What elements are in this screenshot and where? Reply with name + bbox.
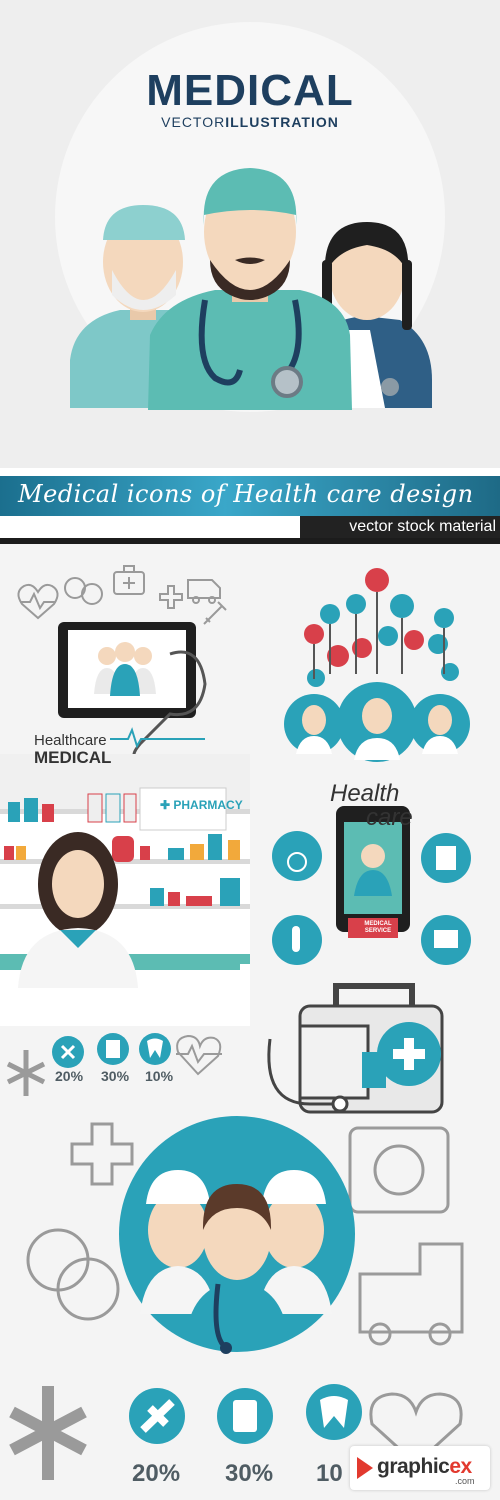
cross-outline-icon	[70, 1122, 134, 1186]
collage-illustrations	[0, 565, 471, 1480]
pharmacy-sign-text: PHARMACY	[173, 798, 243, 812]
syringe-icon	[203, 601, 227, 625]
medical-team-circle-scene	[26, 1116, 464, 1354]
watermark-tld: .com	[455, 1476, 475, 1486]
small-icons-row	[6, 1033, 222, 1096]
big-stat-2: 30%	[225, 1460, 274, 1487]
pharmacy-cross-icon: ✚	[160, 798, 174, 812]
cross-icon	[159, 585, 183, 609]
star-of-life-outline-icon	[6, 1050, 46, 1096]
ambulance-outline-icon	[358, 1242, 464, 1334]
watermark-brand-ex: ex	[449, 1455, 472, 1478]
health-network-tree	[284, 568, 470, 762]
banner-subtitle: vector stock material	[349, 518, 496, 535]
star-of-life-large-outline-icon	[9, 1386, 87, 1480]
banner-title: Medical icons of Health care design	[18, 480, 474, 508]
health-care-title-line2: care	[366, 804, 413, 831]
watermark-brand-main: graphic	[377, 1455, 450, 1478]
pharmacy-scene	[0, 754, 250, 1026]
first-aid-briefcase-icon	[434, 930, 458, 948]
heart-pulse-outline-icon	[176, 1034, 222, 1076]
ambulance-icon	[187, 579, 221, 599]
big-stat-3: 10	[316, 1460, 343, 1487]
small-stat-3: 10%	[145, 1068, 174, 1084]
test-tube-icon	[292, 926, 300, 952]
first-aid-kit-scene	[267, 983, 444, 1114]
healthcare-label: Healthcare	[34, 732, 107, 749]
medical-label: MEDICAL	[34, 748, 112, 767]
medical-team-illustration	[70, 168, 432, 410]
small-stat-1: 20%	[55, 1068, 84, 1084]
first-aid-kit-outline-icon	[348, 1126, 450, 1214]
surgeon-center-figure	[148, 168, 352, 410]
medicine-bottle-icon	[436, 846, 456, 870]
big-stat-1: 20%	[132, 1460, 181, 1487]
watermark-logo-icon	[357, 1457, 373, 1479]
heart-pulse-icon	[17, 583, 59, 620]
blood-bag-icon	[233, 1400, 257, 1432]
phone-medical-service-label: MEDICAL SERVICE	[364, 921, 392, 934]
small-stat-2: 30%	[101, 1068, 130, 1084]
pharmacy-sign-label: ✚ PHARMACY	[160, 798, 243, 812]
line-icons-top-left	[17, 565, 227, 625]
